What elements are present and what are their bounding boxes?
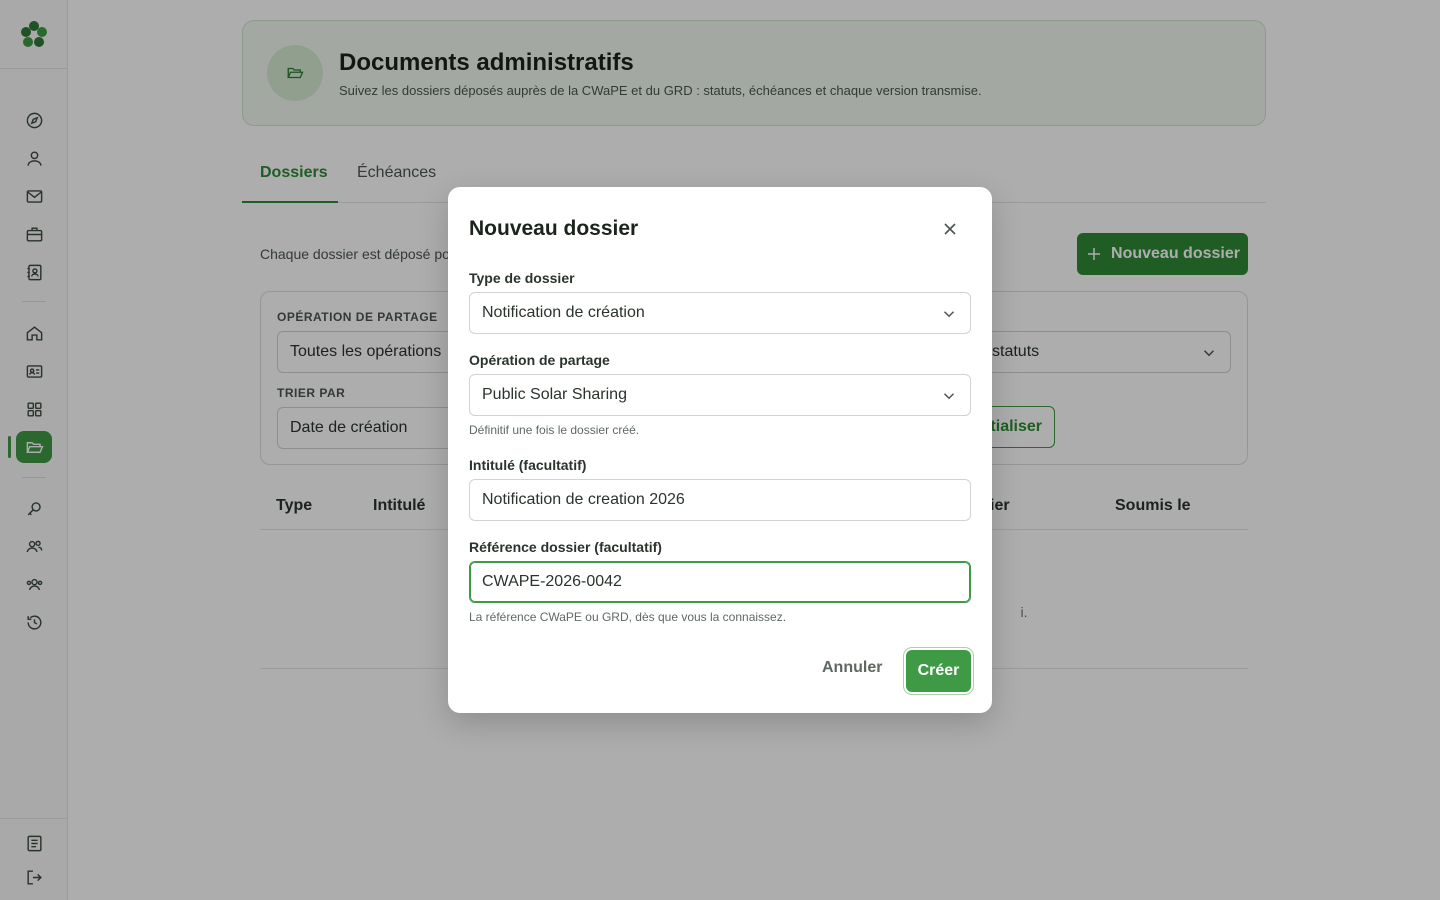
chevron-down-icon xyxy=(943,393,955,400)
reference-label: Référence dossier (facultatif) xyxy=(469,539,662,555)
type-select[interactable]: Notification de création xyxy=(469,292,971,334)
operation-select[interactable]: Public Solar Sharing xyxy=(469,374,971,416)
close-icon xyxy=(944,223,956,235)
operation-label: Opération de partage xyxy=(469,352,610,368)
intitule-input[interactable]: Notification de creation 2026 xyxy=(469,479,971,521)
intitule-label: Intitulé (facultatif) xyxy=(469,457,587,473)
new-dossier-dialog: Nouveau dossier Type de dossier Notifica… xyxy=(448,187,992,713)
chevron-down-icon xyxy=(943,311,955,318)
close-button[interactable] xyxy=(938,217,962,241)
create-button[interactable]: Créer xyxy=(906,650,971,692)
type-value: Notification de création xyxy=(482,304,645,321)
cancel-button[interactable]: Annuler xyxy=(822,659,882,677)
reference-help: La référence CWaPE ou GRD, dès que vous … xyxy=(469,610,787,624)
operation-value: Public Solar Sharing xyxy=(482,386,627,403)
operation-help: Définitif une fois le dossier créé. xyxy=(469,423,640,437)
type-label: Type de dossier xyxy=(469,270,575,286)
create-label: Créer xyxy=(917,662,960,679)
intitule-value: Notification de creation 2026 xyxy=(482,491,685,508)
reference-value: CWAPE-2026-0042 xyxy=(482,573,622,590)
dialog-title: Nouveau dossier xyxy=(469,217,639,240)
reference-input[interactable]: CWAPE-2026-0042 xyxy=(469,561,971,603)
